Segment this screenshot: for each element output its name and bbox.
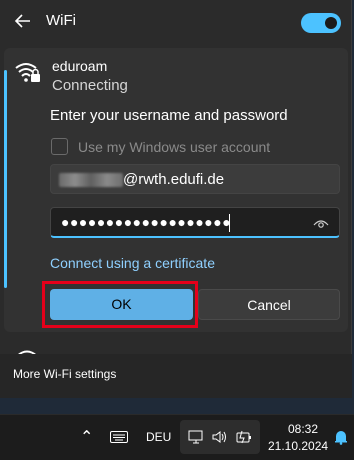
network-status: Connecting <box>52 77 128 94</box>
highlight-box <box>42 281 198 328</box>
reveal-password-icon[interactable] <box>313 217 329 229</box>
notification-bell-icon[interactable] <box>334 429 348 445</box>
windows-account-checkbox[interactable] <box>51 138 68 155</box>
taskbar: ⌃ DEU 08:32 21.10.2024 <box>0 414 354 460</box>
volume-icon <box>212 430 228 444</box>
redacted-username <box>59 173 123 187</box>
toggle-knob <box>325 17 337 29</box>
wifi-flyout: WiFi eduroam Connecting Enter your usern… <box>0 0 352 398</box>
more-wifi-settings-link[interactable]: More Wi-Fi settings <box>13 367 116 381</box>
flyout-header: WiFi <box>0 0 352 44</box>
network-icon <box>188 430 204 444</box>
username-domain: @rwth.edufi.de <box>123 171 225 188</box>
cancel-button[interactable]: Cancel <box>198 289 340 320</box>
flyout-footer: More Wi-Fi settings <box>0 354 352 398</box>
keyboard-icon[interactable] <box>110 430 128 443</box>
username-field[interactable]: @rwth.edufi.de <box>50 164 340 194</box>
chevron-up-icon[interactable]: ⌃ <box>80 427 93 447</box>
wifi-icon <box>16 344 38 357</box>
password-mask: ●●●●●●●●●●●●●●●●●●● <box>61 214 232 230</box>
wifi-toggle[interactable] <box>301 13 341 33</box>
password-field[interactable]: ●●●●●●●●●●●●●●●●●●● <box>50 207 340 238</box>
clock-date[interactable]: 21.10.2024 <box>268 439 328 453</box>
clock-time[interactable]: 08:32 <box>283 422 323 436</box>
windows-account-checkbox-label: Use my Windows user account <box>78 139 271 155</box>
selection-accent <box>4 70 7 288</box>
language-indicator[interactable]: DEU <box>146 430 171 444</box>
network-name: eduroam <box>52 58 108 74</box>
quick-settings-group[interactable] <box>180 420 260 454</box>
wifi-secured-icon <box>14 60 42 84</box>
back-arrow-icon[interactable] <box>12 10 34 32</box>
page-title: WiFi <box>46 12 76 29</box>
credentials-prompt: Enter your username and password <box>50 107 288 124</box>
connect-certificate-link[interactable]: Connect using a certificate <box>50 255 215 271</box>
battery-icon <box>236 430 252 444</box>
text-caret <box>229 214 230 232</box>
